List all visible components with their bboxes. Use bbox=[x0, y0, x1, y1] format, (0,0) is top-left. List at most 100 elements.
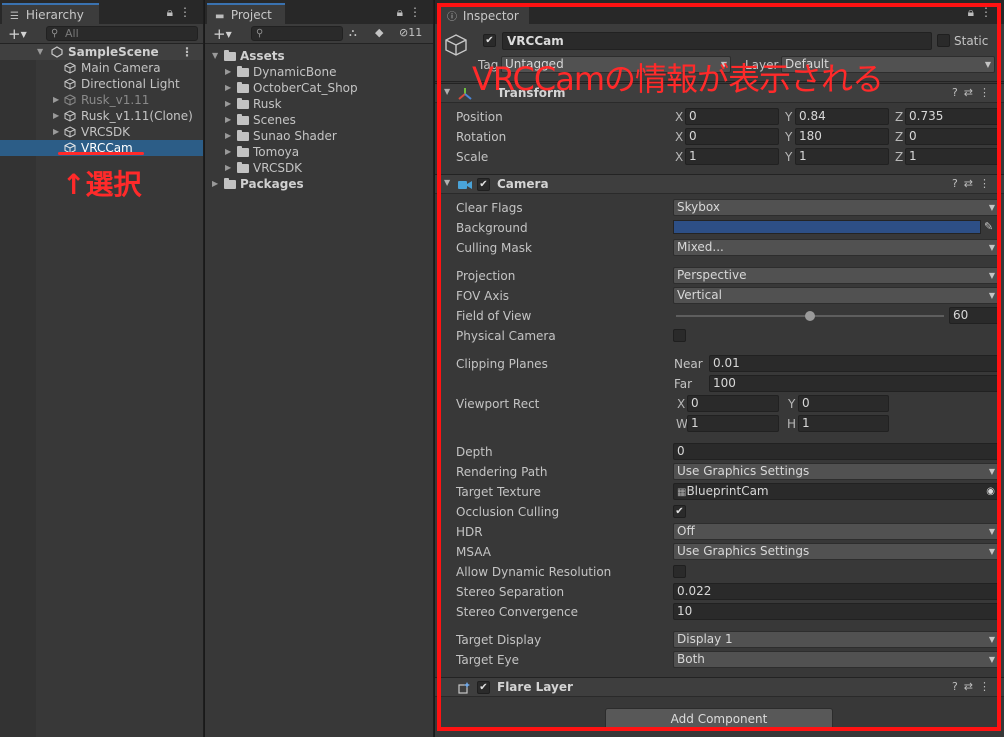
fold-arrow-icon[interactable]: ▼ bbox=[444, 178, 450, 187]
hdr-dropdown[interactable]: Off ▼ bbox=[673, 523, 999, 540]
target-eye-dropdown[interactable]: Both ▼ bbox=[673, 651, 999, 668]
expand-arrow-icon[interactable]: ▶ bbox=[212, 176, 218, 192]
expand-arrow-icon[interactable]: ▶ bbox=[53, 92, 59, 108]
expand-arrow-icon[interactable]: ▶ bbox=[53, 108, 59, 124]
fov-slider-handle[interactable] bbox=[805, 311, 815, 321]
preset-icon[interactable]: ⇄ bbox=[964, 680, 979, 693]
expand-arrow-icon[interactable]: ▶ bbox=[225, 80, 231, 96]
far-label[interactable]: Far bbox=[674, 377, 692, 391]
stereo-separation-field[interactable]: 0.022 bbox=[673, 583, 999, 600]
project-folder[interactable]: ▶ DynamicBone bbox=[205, 64, 433, 80]
fold-arrow-icon[interactable]: ▼ bbox=[444, 87, 450, 96]
project-folder[interactable]: ▶ Rusk bbox=[205, 96, 433, 112]
object-picker-icon[interactable]: ◉ bbox=[986, 484, 995, 499]
kebab-icon[interactable]: ⋮ bbox=[979, 177, 996, 190]
hidden-count-badge[interactable]: ⊘11 bbox=[399, 26, 422, 42]
position-y-field[interactable]: 0.84 bbox=[795, 108, 889, 125]
help-icon[interactable]: ? bbox=[952, 177, 964, 190]
axis-x-label[interactable]: X bbox=[675, 130, 683, 144]
target-texture-field[interactable]: ▦BlueprintCam ◉ bbox=[673, 483, 999, 500]
axis-z-label[interactable]: Z bbox=[895, 110, 903, 124]
target-display-dropdown[interactable]: Display 1 ▼ bbox=[673, 631, 999, 648]
flare-layer-header[interactable]: ✔ Flare Layer ?⇄⋮ bbox=[435, 677, 1004, 697]
scale-x-field[interactable]: 1 bbox=[685, 148, 779, 165]
kebab-icon[interactable]: ⋮ bbox=[979, 680, 996, 693]
eyedropper-icon[interactable]: ✎ bbox=[984, 220, 993, 233]
hierarchy-item[interactable]: ▶ Rusk_v1.11 bbox=[0, 92, 203, 108]
kebab-icon[interactable]: ⋮ bbox=[980, 5, 998, 19]
kebab-icon[interactable]: ⋮ bbox=[181, 44, 193, 60]
viewport-y-field[interactable]: 0 bbox=[798, 395, 889, 412]
expand-arrow-icon[interactable]: ▶ bbox=[225, 112, 231, 128]
axis-x-label[interactable]: X bbox=[675, 150, 683, 164]
near-field[interactable]: 0.01 bbox=[709, 355, 999, 372]
camera-enabled-checkbox[interactable]: ✔ bbox=[477, 178, 490, 191]
project-folder[interactable]: ▶ Tomoya bbox=[205, 144, 433, 160]
rotation-y-field[interactable]: 180 bbox=[795, 128, 889, 145]
axis-x-label[interactable]: X bbox=[675, 110, 683, 124]
filter-type-icon[interactable]: ⛬ bbox=[349, 26, 357, 42]
kebab-icon[interactable]: ⋮ bbox=[979, 86, 996, 99]
static-checkbox[interactable] bbox=[937, 34, 950, 47]
occlusion-culling-checkbox[interactable]: ✔ bbox=[673, 505, 686, 518]
hierarchy-item[interactable]: Directional Light bbox=[0, 76, 203, 92]
lock-icon[interactable]: 🔒︎ bbox=[397, 5, 409, 19]
hierarchy-item[interactable]: Main Camera bbox=[0, 60, 203, 76]
culling-mask-dropdown[interactable]: Mixed... ▼ bbox=[673, 239, 999, 256]
tab-hierarchy[interactable]: ☰ Hierarchy bbox=[2, 3, 99, 24]
lock-icon[interactable]: 🔒︎ bbox=[167, 5, 179, 19]
project-search-input[interactable]: ⚲ bbox=[251, 26, 343, 41]
rotation-x-field[interactable]: 0 bbox=[685, 128, 779, 145]
create-button[interactable]: +▼ bbox=[8, 25, 27, 43]
viewport-h-field[interactable]: 1 bbox=[798, 415, 889, 432]
filter-label-icon[interactable]: ◆ bbox=[375, 26, 383, 42]
stereo-convergence-field[interactable]: 10 bbox=[673, 603, 999, 620]
viewport-y-label[interactable]: Y bbox=[788, 397, 795, 411]
scene-row[interactable]: ▼ SampleScene ⋮ bbox=[0, 44, 203, 60]
create-button[interactable]: +▼ bbox=[213, 25, 232, 43]
depth-field[interactable]: 0 bbox=[673, 443, 999, 460]
projection-dropdown[interactable]: Perspective ▼ bbox=[673, 267, 999, 284]
msaa-dropdown[interactable]: Use Graphics Settings ▼ bbox=[673, 543, 999, 560]
help-icon[interactable]: ? bbox=[952, 86, 964, 99]
position-z-field[interactable]: 0.735 bbox=[905, 108, 999, 125]
hierarchy-item[interactable]: ▶ Rusk_v1.11(Clone) bbox=[0, 108, 203, 124]
clear-flags-dropdown[interactable]: Skybox ▼ bbox=[673, 199, 999, 216]
lock-icon[interactable]: 🔒︎ bbox=[968, 5, 980, 19]
hierarchy-item[interactable]: ▶ VRCSDK bbox=[0, 124, 203, 140]
physical-camera-checkbox[interactable] bbox=[673, 329, 686, 342]
camera-header[interactable]: ▼ ✔ Camera ?⇄⋮ bbox=[435, 174, 1004, 194]
expand-arrow-icon[interactable]: ▶ bbox=[53, 124, 59, 140]
axis-z-label[interactable]: Z bbox=[895, 150, 903, 164]
scale-z-field[interactable]: 1 bbox=[905, 148, 999, 165]
object-name-field[interactable]: VRCCam bbox=[502, 32, 932, 50]
preset-icon[interactable]: ⇄ bbox=[964, 177, 979, 190]
kebab-icon[interactable]: ⋮ bbox=[409, 5, 427, 19]
tab-inspector[interactable]: ⓘ Inspector bbox=[439, 3, 529, 24]
viewport-x-label[interactable]: X bbox=[677, 397, 685, 411]
project-assets-row[interactable]: ▼ Assets bbox=[205, 48, 433, 64]
project-folder[interactable]: ▶ OctoberCat_Shop bbox=[205, 80, 433, 96]
rendering-path-dropdown[interactable]: Use Graphics Settings ▼ bbox=[673, 463, 999, 480]
expand-arrow-icon[interactable]: ▶ bbox=[225, 64, 231, 80]
add-component-button[interactable]: Add Component bbox=[605, 708, 833, 730]
rotation-z-field[interactable]: 0 bbox=[905, 128, 999, 145]
scale-y-field[interactable]: 1 bbox=[795, 148, 889, 165]
tab-project[interactable]: ▬ Project bbox=[207, 3, 285, 24]
axis-y-label[interactable]: Y bbox=[785, 130, 792, 144]
near-label[interactable]: Near bbox=[674, 357, 703, 371]
fov-field[interactable]: 60 bbox=[949, 307, 999, 324]
expand-arrow-icon[interactable]: ▶ bbox=[225, 144, 231, 160]
fov-axis-dropdown[interactable]: Vertical ▼ bbox=[673, 287, 999, 304]
background-color-field[interactable] bbox=[673, 220, 981, 234]
axis-y-label[interactable]: Y bbox=[785, 150, 792, 164]
active-checkbox[interactable]: ✔ bbox=[483, 34, 496, 47]
hierarchy-search-input[interactable]: ⚲ All bbox=[46, 26, 198, 41]
project-folder[interactable]: ▶ VRCSDK bbox=[205, 160, 433, 176]
expand-arrow-icon[interactable]: ▶ bbox=[225, 160, 231, 176]
help-icon[interactable]: ? bbox=[952, 680, 964, 693]
flare-layer-enabled-checkbox[interactable]: ✔ bbox=[477, 681, 490, 694]
expand-arrow-icon[interactable]: ▶ bbox=[225, 128, 231, 144]
project-packages-row[interactable]: ▶ Packages bbox=[205, 176, 433, 192]
viewport-h-label[interactable]: H bbox=[787, 417, 796, 431]
